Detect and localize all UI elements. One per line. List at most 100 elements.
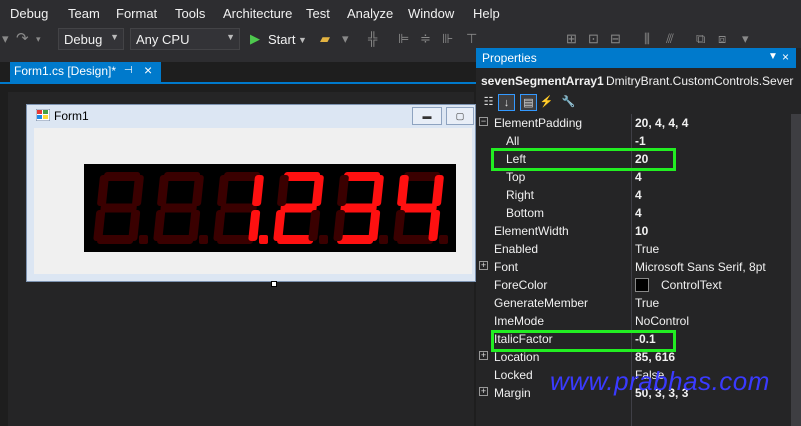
property-row[interactable]: ImeMode NoControl <box>476 312 791 330</box>
highlight-box-italicfactor <box>491 330 676 352</box>
property-pages-icon[interactable]: 🔧 <box>560 94 577 111</box>
send-back-icon[interactable]: ⧈ <box>718 31 726 47</box>
center-h-icon[interactable]: ⫻ <box>666 31 674 47</box>
highlight-box-left <box>491 148 676 171</box>
property-value[interactable]: 4 <box>635 170 642 184</box>
property-row[interactable]: Right 4 <box>476 186 791 204</box>
property-row[interactable]: GenerateMember True <box>476 294 791 312</box>
segment-f <box>97 175 109 206</box>
property-value[interactable]: 4 <box>635 206 642 220</box>
undo-icon[interactable]: ▾ <box>2 31 9 47</box>
solution-config-combo[interactable]: Debug ▼ <box>58 28 124 50</box>
align-right-icon[interactable]: ⊪ <box>442 31 453 47</box>
properties-icon[interactable]: ▤ <box>520 94 537 111</box>
segment-c <box>188 210 201 241</box>
bring-front-icon[interactable]: ⧉ <box>696 31 705 47</box>
segment-c <box>248 210 261 241</box>
redo-icon[interactable]: ↷ <box>16 29 29 47</box>
menu-analyze[interactable]: Analyze <box>347 6 393 21</box>
property-value[interactable]: -1 <box>635 134 646 148</box>
events-icon[interactable]: ⚡ <box>538 94 555 111</box>
segment-g <box>400 203 437 213</box>
categorized-icon[interactable]: ☷ <box>480 94 497 111</box>
attach-icon[interactable]: ▰ <box>320 31 330 47</box>
chevron-down-icon: ▼ <box>298 35 307 45</box>
property-grid-scrollbar[interactable] <box>791 114 801 426</box>
properties-title: Properties <box>482 51 537 65</box>
close-icon[interactable]: × <box>782 50 789 64</box>
property-value[interactable]: True <box>635 242 659 256</box>
resize-handle[interactable] <box>271 281 277 287</box>
property-value[interactable]: NoControl <box>635 314 689 328</box>
property-value[interactable]: 10 <box>635 224 648 238</box>
align-center-icon[interactable]: ≑ <box>420 31 431 47</box>
document-tab[interactable]: Form1.cs [Design]* ⊣ × <box>10 62 161 82</box>
menu-format[interactable]: Format <box>116 6 157 21</box>
property-name: Top <box>506 170 526 184</box>
menu-team[interactable]: Team <box>68 6 100 21</box>
decimal-point <box>259 235 268 244</box>
menu-debug[interactable]: Debug <box>10 6 48 21</box>
segment-f <box>277 175 289 206</box>
property-value[interactable]: ControlText <box>661 278 722 292</box>
chevron-down-icon[interactable]: ▼ <box>768 51 778 62</box>
segment-f <box>217 175 229 206</box>
property-value[interactable]: 20, 4, 4, 4 <box>635 116 688 130</box>
property-name: Locked <box>494 368 533 382</box>
expand-icon[interactable]: + <box>479 351 488 360</box>
property-row[interactable]: ElementWidth 10 <box>476 222 791 240</box>
property-name: ImeMode <box>494 314 545 328</box>
watermark: www.prabhas.com <box>550 366 770 396</box>
segment-g <box>160 203 197 213</box>
align-left-icon[interactable]: ⊫ <box>398 31 409 47</box>
decimal-point <box>199 235 208 244</box>
hspace-icon[interactable]: ⊟ <box>610 31 621 47</box>
alphabetical-icon[interactable]: ↓ <box>498 94 515 111</box>
property-name: Margin <box>494 386 531 400</box>
expand-icon[interactable]: + <box>479 261 488 270</box>
menu-window[interactable]: Window <box>408 6 454 21</box>
pin-icon[interactable]: ⊣ <box>124 65 133 76</box>
expand-icon[interactable]: − <box>479 117 488 126</box>
tab-underline <box>0 82 476 84</box>
property-name: Bottom <box>506 206 545 220</box>
menu-help[interactable]: Help <box>473 6 500 21</box>
property-row[interactable]: ForeColor ControlText <box>476 276 791 294</box>
menu-bar: Debug Team Format Tools Architecture Tes… <box>0 0 801 26</box>
segment-g <box>220 203 257 213</box>
start-button[interactable]: ▶ Start ▼ <box>248 30 308 50</box>
align-grid-icon[interactable]: ╬ <box>368 31 377 46</box>
form-minimize-button[interactable]: ▬ <box>412 107 442 125</box>
form-title: Form1 <box>54 109 89 123</box>
document-tab-title: Form1.cs [Design]* <box>14 64 117 78</box>
property-value[interactable]: Microsoft Sans Serif, 8pt <box>635 260 766 274</box>
toolbar-overflow-icon[interactable]: ▾ <box>742 31 749 47</box>
decimal-point <box>319 235 328 244</box>
menu-tools[interactable]: Tools <box>175 6 205 21</box>
minimize-icon: ▬ <box>422 111 432 121</box>
platform-combo[interactable]: Any CPU ▼ <box>130 28 240 50</box>
form-maximize-button[interactable]: ▢ <box>446 107 474 125</box>
toolbar-dropdown-icon[interactable]: ▾ <box>342 31 349 47</box>
decimal-point <box>139 235 148 244</box>
close-icon[interactable]: × <box>144 62 152 78</box>
menu-test[interactable]: Test <box>306 6 330 21</box>
align-top-icon[interactable]: ⊤ <box>466 31 477 47</box>
property-name: GenerateMember <box>494 296 589 310</box>
property-value[interactable]: 4 <box>635 188 642 202</box>
size-grid-icon[interactable]: ⊡ <box>588 31 599 47</box>
property-row[interactable]: Enabled True <box>476 240 791 258</box>
same-size-icon[interactable]: ⊞ <box>566 31 577 47</box>
seven-segment-array[interactable] <box>84 164 456 252</box>
property-value[interactable]: 85, 616 <box>635 350 675 364</box>
expand-icon[interactable]: + <box>479 387 488 396</box>
redo-dropdown-icon[interactable]: ▾ <box>36 34 41 45</box>
chevron-down-icon: ▼ <box>110 32 119 42</box>
property-value[interactable]: True <box>635 296 659 310</box>
property-row[interactable]: − ElementPadding 20, 4, 4, 4 <box>476 114 791 132</box>
vspace-icon[interactable]: ⫼ <box>644 31 650 47</box>
property-name: ForeColor <box>494 278 548 292</box>
menu-architecture[interactable]: Architecture <box>223 6 292 21</box>
property-row[interactable]: + Font Microsoft Sans Serif, 8pt <box>476 258 791 276</box>
property-row[interactable]: Bottom 4 <box>476 204 791 222</box>
